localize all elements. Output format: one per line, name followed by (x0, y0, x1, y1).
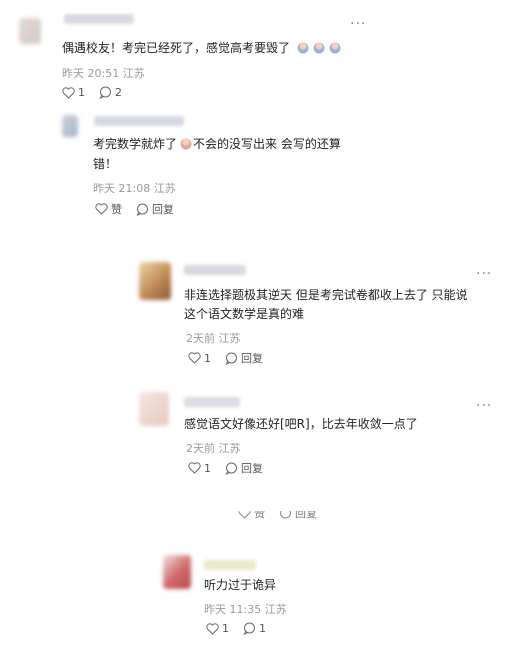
face-icon (179, 136, 193, 150)
comment-meta: 2天前 江苏 (186, 332, 241, 345)
like-button[interactable]: 1 (188, 462, 211, 475)
face-icon (328, 40, 342, 54)
like-button[interactable]: 1 (188, 352, 211, 365)
comment-text: 偶遇校友！考完已经死了，感觉高考要毁了 (62, 38, 342, 58)
comment-text-line2: 错！ (93, 157, 118, 171)
comment-actions: 1 1 (206, 622, 266, 635)
like-button[interactable]: 赞 (238, 511, 265, 521)
comment-meta: 昨天 21:08 江苏 (93, 182, 176, 195)
comment-text-line2: 这个语文数学是真的难 (184, 307, 305, 321)
comment-icon (225, 352, 237, 365)
reply-button[interactable]: 回复 (225, 460, 263, 476)
heart-icon (188, 462, 201, 474)
comment-icon (243, 622, 255, 635)
comment-text: 考完数学就炸了 不会的没写出来 会写的还算 (93, 136, 341, 151)
avatar[interactable] (19, 18, 41, 44)
heart-icon (62, 86, 75, 99)
comment-text: 听力过于诡异 (204, 578, 277, 592)
reply-button[interactable]: 2 (99, 86, 122, 99)
comment-icon (99, 86, 111, 99)
comment-icon (280, 511, 291, 518)
comment-meta: 昨天 11:35 江苏 (204, 603, 287, 616)
username[interactable] (64, 14, 134, 24)
comment-actions: 1 2 (62, 86, 122, 99)
partial-actions-row: 赞 回复 (238, 511, 328, 523)
reply-button[interactable]: 回复 (136, 201, 174, 217)
more-icon[interactable]: ··· (350, 17, 366, 31)
like-button[interactable]: 1 (206, 622, 229, 635)
heart-icon (95, 203, 108, 215)
heart-icon (188, 352, 201, 364)
comment-icon (225, 462, 237, 475)
comment-text: 非连选择题极其逆天 但是考完试卷都收上去了 只能说 (184, 288, 468, 302)
comment-meta: 2天前 江苏 (186, 442, 241, 455)
avatar[interactable] (139, 262, 171, 300)
comment-meta: 昨天 20:51 江苏 (62, 67, 145, 80)
like-button[interactable]: 赞 (95, 201, 122, 217)
more-icon[interactable]: ··· (476, 267, 492, 281)
reply-button[interactable]: 回复 (225, 350, 263, 366)
face-icon (312, 40, 326, 54)
avatar[interactable] (163, 555, 191, 589)
heart-icon (206, 622, 219, 635)
more-icon[interactable]: ··· (476, 399, 492, 413)
comment-actions: 1 回复 (188, 350, 263, 366)
username[interactable] (184, 397, 240, 407)
heart-icon (238, 511, 251, 519)
face-icon (296, 40, 310, 54)
avatar[interactable] (139, 392, 169, 426)
comment-actions: 赞 回复 (95, 201, 174, 217)
like-button[interactable]: 1 (62, 86, 85, 99)
username[interactable] (204, 560, 256, 570)
comment-icon (136, 203, 148, 216)
reply-button[interactable]: 1 (243, 622, 266, 635)
reply-button[interactable]: 回复 (279, 511, 317, 521)
username[interactable] (94, 116, 184, 126)
comment-actions: 1 回复 (188, 460, 263, 476)
avatar[interactable] (62, 115, 78, 137)
comment-text: 感觉语文好像还好[吧R]，比去年收敛一点了 (184, 417, 418, 431)
username[interactable] (184, 265, 246, 275)
